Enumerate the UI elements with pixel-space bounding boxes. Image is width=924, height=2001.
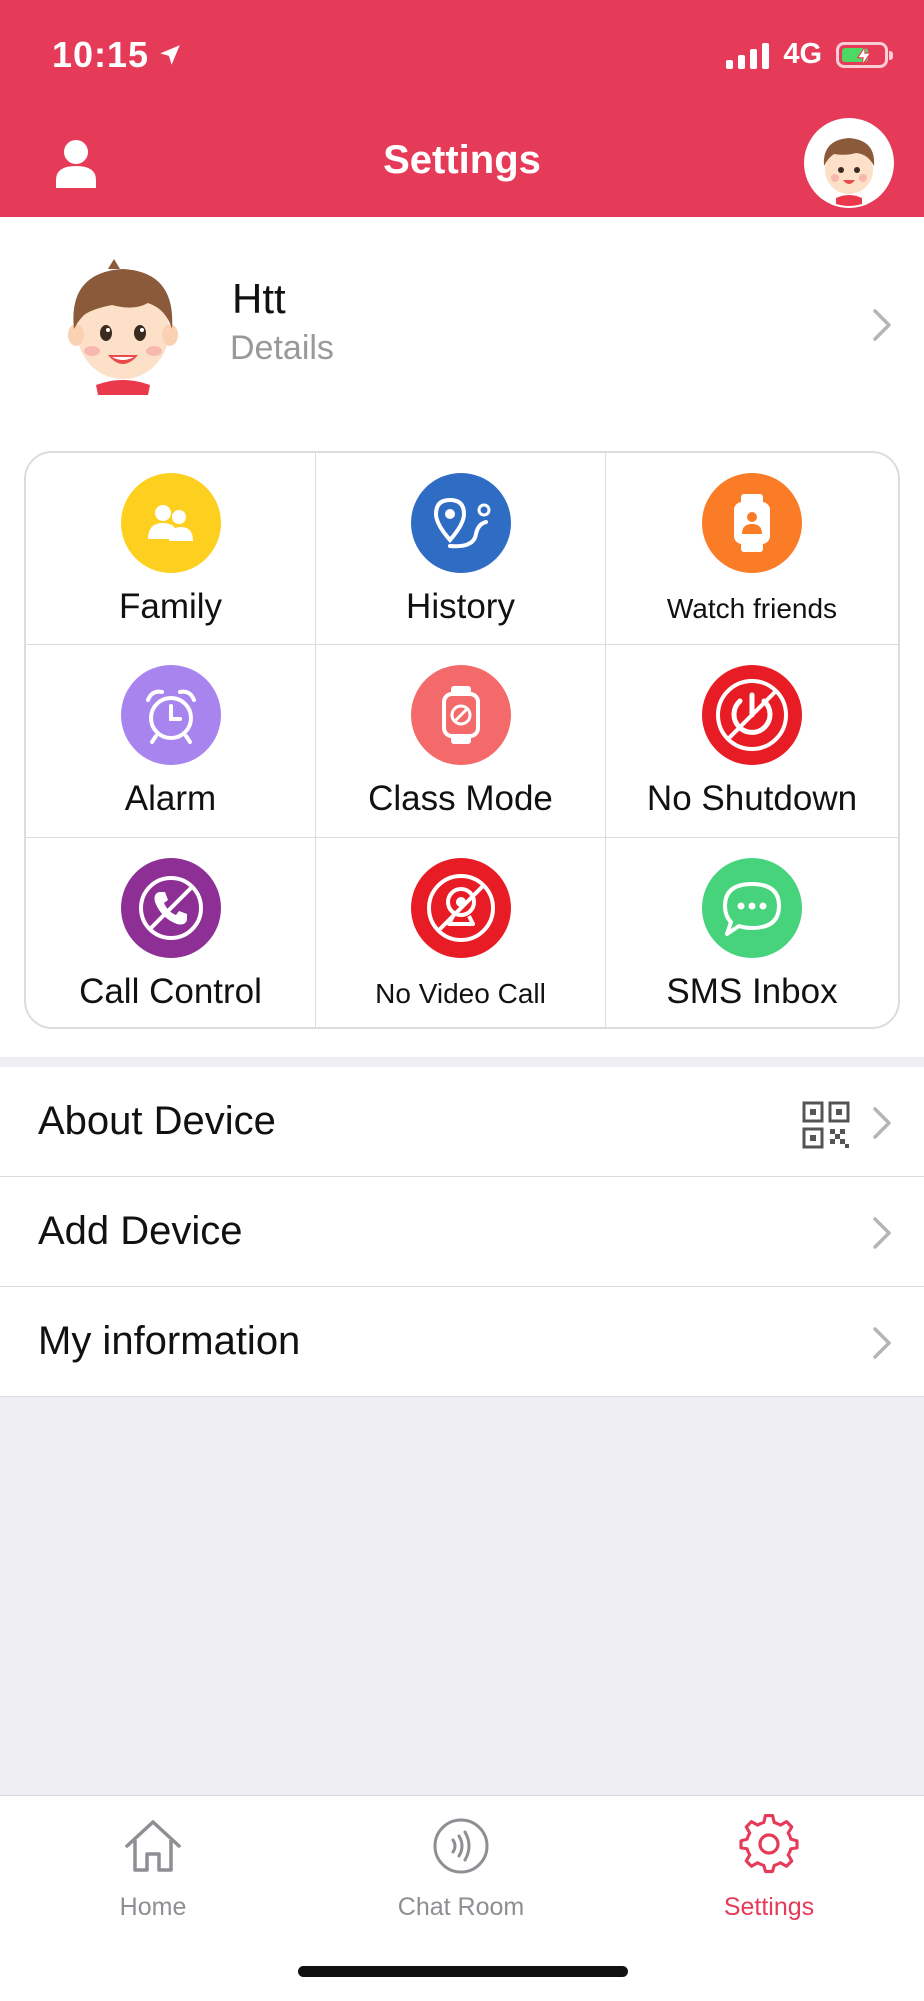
gear-icon (739, 1813, 799, 1874)
chevron-right-icon (873, 1217, 891, 1249)
call-control-icon (120, 858, 221, 958)
sms-inbox-icon (702, 858, 802, 958)
grid-item-label: Class Mode (368, 779, 553, 818)
app-header: 10:15 4G Settings (0, 0, 924, 217)
list-item-about-device[interactable]: About Device (0, 1067, 924, 1177)
grid-item-call-control[interactable]: Call Control (26, 838, 316, 1027)
location-arrow-icon (160, 45, 180, 65)
grid-item-sms-inbox[interactable]: SMS Inbox (606, 838, 898, 1027)
no-shutdown-icon (702, 665, 802, 765)
grid-item-family[interactable]: Family (26, 453, 316, 645)
status-time: 10:15 (52, 34, 183, 76)
grid-item-label: SMS Inbox (666, 972, 838, 1011)
tab-label: Chat Room (397, 1893, 525, 1921)
location-history-icon (410, 473, 511, 573)
grid-item-label: Call Control (79, 972, 262, 1011)
status-indicators: 4G (726, 38, 893, 71)
grid-item-label: No Shutdown (646, 779, 858, 818)
tab-chat-room[interactable]: Chat Room (361, 1814, 561, 1922)
tab-settings[interactable]: Settings (669, 1813, 869, 1922)
list-item-my-information[interactable]: My information (0, 1287, 924, 1397)
home-icon (125, 1820, 181, 1872)
profile-name: Htt (232, 275, 286, 322)
chevron-right-icon (873, 309, 891, 341)
tab-label: Home (119, 1893, 187, 1921)
grid-item-alarm[interactable]: Alarm (26, 645, 316, 838)
feature-grid-section: Family History Watch friends Alarm Class… (0, 437, 924, 1057)
grid-item-label: Family (118, 587, 223, 626)
grid-item-label: Watch friends (666, 593, 838, 624)
grid-item-label: Alarm (124, 779, 217, 818)
chevron-right-icon (873, 1107, 891, 1139)
home-indicator[interactable] (298, 1966, 628, 1977)
network-type: 4G (783, 38, 822, 70)
qr-code-icon[interactable] (802, 1101, 850, 1149)
profile-details-link[interactable]: Details (230, 329, 334, 368)
grid-item-label: History (406, 587, 515, 626)
grid-item-watch-friends[interactable]: Watch friends (606, 453, 898, 645)
profile-avatar (62, 259, 184, 395)
list-item-label: About Device (38, 1099, 276, 1143)
battery-icon (836, 41, 893, 68)
page-title: Settings (383, 138, 541, 182)
tab-home[interactable]: Home (53, 1814, 253, 1922)
settings-list: About Device Add Device My information (0, 1067, 924, 1397)
list-item-label: Add Device (38, 1209, 243, 1253)
profile-card[interactable]: Htt Details (0, 217, 924, 437)
no-video-call-icon (410, 858, 511, 958)
feature-grid: Family History Watch friends Alarm Class… (24, 451, 900, 1029)
list-item-label: My information (38, 1319, 301, 1363)
grid-item-class-mode[interactable]: Class Mode (316, 645, 606, 838)
alarm-clock-icon (120, 665, 221, 765)
status-time-text: 10:15 (52, 34, 150, 75)
watch-friends-icon (702, 473, 802, 573)
device-avatar-button[interactable] (806, 120, 892, 206)
grid-item-history[interactable]: History (316, 453, 606, 645)
grid-item-label: No Video Call (375, 978, 546, 1009)
child-avatar-icon (806, 120, 892, 206)
grid-item-no-shutdown[interactable]: No Shutdown (606, 645, 898, 838)
family-icon (120, 473, 221, 573)
class-mode-watch-icon (410, 665, 511, 765)
cellular-signal-icon (726, 41, 770, 69)
child-avatar-icon (68, 259, 178, 395)
grid-item-no-video-call[interactable]: No Video Call (316, 838, 606, 1027)
tab-label: Settings (723, 1893, 815, 1921)
chat-room-icon (433, 1818, 489, 1874)
chevron-right-icon (873, 1327, 891, 1359)
list-item-add-device[interactable]: Add Device (0, 1177, 924, 1287)
